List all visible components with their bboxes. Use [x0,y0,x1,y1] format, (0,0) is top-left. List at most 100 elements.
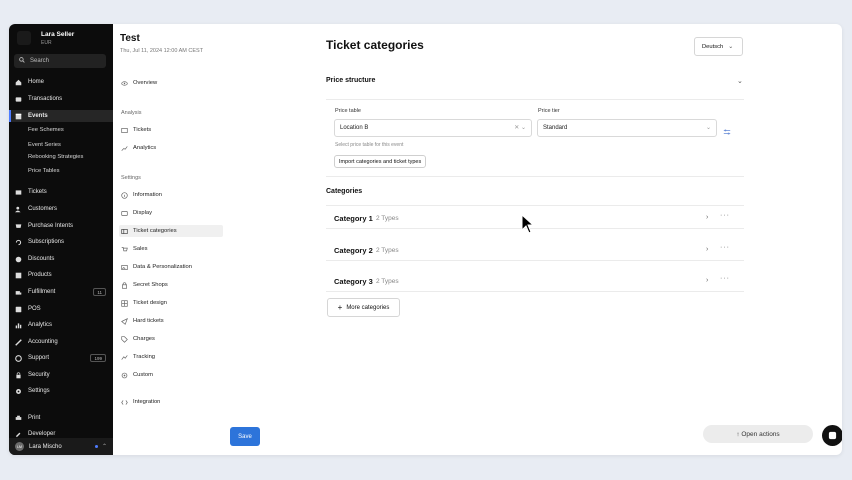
divider [326,260,744,261]
price-tier-select[interactable]: Standard ⌄ [537,119,717,137]
event-nav-custom[interactable]: Custom [119,369,223,381]
sidebar-item-events[interactable]: Events [9,110,113,122]
category-name: Category 2 [334,246,373,255]
chevron-right-icon[interactable]: › [706,246,708,253]
sidebar-subitem-fee-schemes[interactable]: Fee Schemes [28,127,64,133]
sliders-icon[interactable] [723,123,731,141]
sidebar-subitem-rebooking-strategies[interactable]: Rebooking Strategies [28,154,83,160]
sidebar-subitem-event-series[interactable]: Event Series [28,142,61,148]
event-nav-data-personalization[interactable]: Data & Personalization [119,261,223,273]
ticket-categories-icon [121,228,128,235]
event-nav-tracking[interactable]: Tracking [119,351,223,363]
org-switcher[interactable]: Lara Seller EUR [17,29,105,51]
event-nav-ticket-categories[interactable]: Ticket categories [119,225,223,237]
chevron-down-icon[interactable]: ⌄ [737,77,743,85]
events-icon [15,113,22,120]
price-table-select[interactable]: Location B ✕ ⌄ [334,119,532,137]
support-icon [15,354,22,362]
save-button[interactable]: Save [230,427,260,446]
event-nav-sales[interactable]: Sales [119,243,223,255]
price-table-value: Location B [340,125,369,131]
sidebar-item-fulfillment[interactable]: Fulfillment 11 [9,286,113,298]
event-nav-display[interactable]: Display [119,207,223,219]
open-actions-button[interactable]: ↑ Open actions [703,425,813,443]
category-row[interactable]: Category 2 2 Types › ··· [326,238,744,269]
event-nav-integration[interactable]: Integration [119,396,223,408]
sidebar-item-subscriptions[interactable]: Subscriptions [9,236,113,248]
event-nav-overview[interactable]: Overview [119,77,223,89]
main-content: Ticket categories Deutsch ⌄ Price struct… [326,24,842,455]
chevron-right-icon[interactable]: › [706,277,708,284]
pos-icon [15,306,22,313]
sidebar-subitem-price-tables[interactable]: Price Tables [28,168,59,174]
chevron-down-icon: ⌄ [728,44,734,50]
sidebar-item-label: Analytics [28,322,53,328]
more-icon[interactable]: ··· [720,275,730,282]
event-nav-secret-shops[interactable]: Secret Shops [119,279,223,291]
event-nav-tickets[interactable]: Tickets [119,124,223,136]
products-icon [15,272,22,279]
sidebar-item-tickets[interactable]: Tickets [9,186,113,198]
analytics-icon [15,322,22,329]
event-nav-label: Overview [133,80,158,86]
user-menu[interactable]: LM Lara Mischo ⌃ [9,438,113,455]
sidebar-item-customers[interactable]: Customers [9,203,113,215]
sidebar-item-discounts[interactable]: Discounts [9,253,113,265]
org-currency: EUR [41,40,52,46]
sidebar-item-home[interactable]: Home [9,76,113,88]
event-nav-charges[interactable]: Charges [119,333,223,345]
support-count-badge: 199 [90,354,106,362]
event-nav: Test Thu, Jul 11, 2024 12:00 AM CEST Ove… [113,24,327,455]
event-nav-label: Hard tickets [133,318,164,324]
event-nav-label: Tracking [133,354,156,360]
sidebar-item-label: Support [28,355,50,361]
event-nav-information[interactable]: Information [119,189,223,201]
sidebar-item-purchase-intents[interactable]: Purchase Intents [9,220,113,232]
ticket-icon [121,127,128,134]
page-title: Ticket categories [326,38,424,52]
eye-icon [121,80,128,87]
print-icon [15,415,22,422]
search-icon [19,57,25,65]
mouse-cursor-icon [521,213,535,239]
chevron-up-icon: ⌃ [101,444,107,450]
event-nav-ticket-design[interactable]: Ticket design [119,297,223,309]
language-select[interactable]: Deutsch ⌄ [694,37,743,56]
category-types: 2 Types [376,215,399,222]
org-name: Lara Seller [41,31,75,38]
image-icon [121,264,128,271]
event-nav-analytics[interactable]: Analytics [119,142,223,154]
sidebar-search-input[interactable]: Search [14,54,106,68]
category-row[interactable]: Category 3 2 Types › ··· [326,269,744,300]
sidebar-item-analytics[interactable]: Analytics [9,319,113,331]
sidebar-item-pos[interactable]: POS [9,303,113,315]
more-categories-label: More categories [346,304,390,311]
more-categories-button[interactable]: + More categories [327,298,400,317]
sidebar-item-security[interactable]: Security [9,369,113,381]
sidebar-item-label: Customers [28,206,58,212]
cart-icon [121,246,128,253]
sidebar-item-support[interactable]: Support 199 [9,352,113,364]
category-name: Category 1 [334,214,373,223]
more-icon[interactable]: ··· [720,212,730,219]
org-logo [17,31,31,45]
chevron-right-icon[interactable]: › [706,214,708,221]
settings-section-label: Settings [121,175,141,181]
sidebar-item-products[interactable]: Products [9,269,113,281]
sidebar-item-accounting[interactable]: Accounting [9,336,113,348]
sidebar-item-settings[interactable]: Settings [9,385,113,397]
event-nav-label: Integration [133,399,161,405]
sidebar-item-label: Print [28,415,41,421]
more-icon[interactable]: ··· [720,244,730,251]
sidebar-item-label: Home [28,79,45,85]
import-categories-button[interactable]: Import categories and ticket types [334,155,427,168]
sidebar-item-transactions[interactable]: Transactions [9,93,113,105]
chat-button[interactable] [822,425,842,446]
event-nav-hard-tickets[interactable]: Hard tickets [119,315,223,327]
event-nav-label: Display [133,210,153,216]
divider [326,228,744,229]
category-row[interactable]: Category 1 2 Types › ··· [326,206,744,237]
categories-heading: Categories [326,188,363,195]
sidebar-item-print[interactable]: Print [9,412,113,424]
transactions-icon [15,96,22,103]
